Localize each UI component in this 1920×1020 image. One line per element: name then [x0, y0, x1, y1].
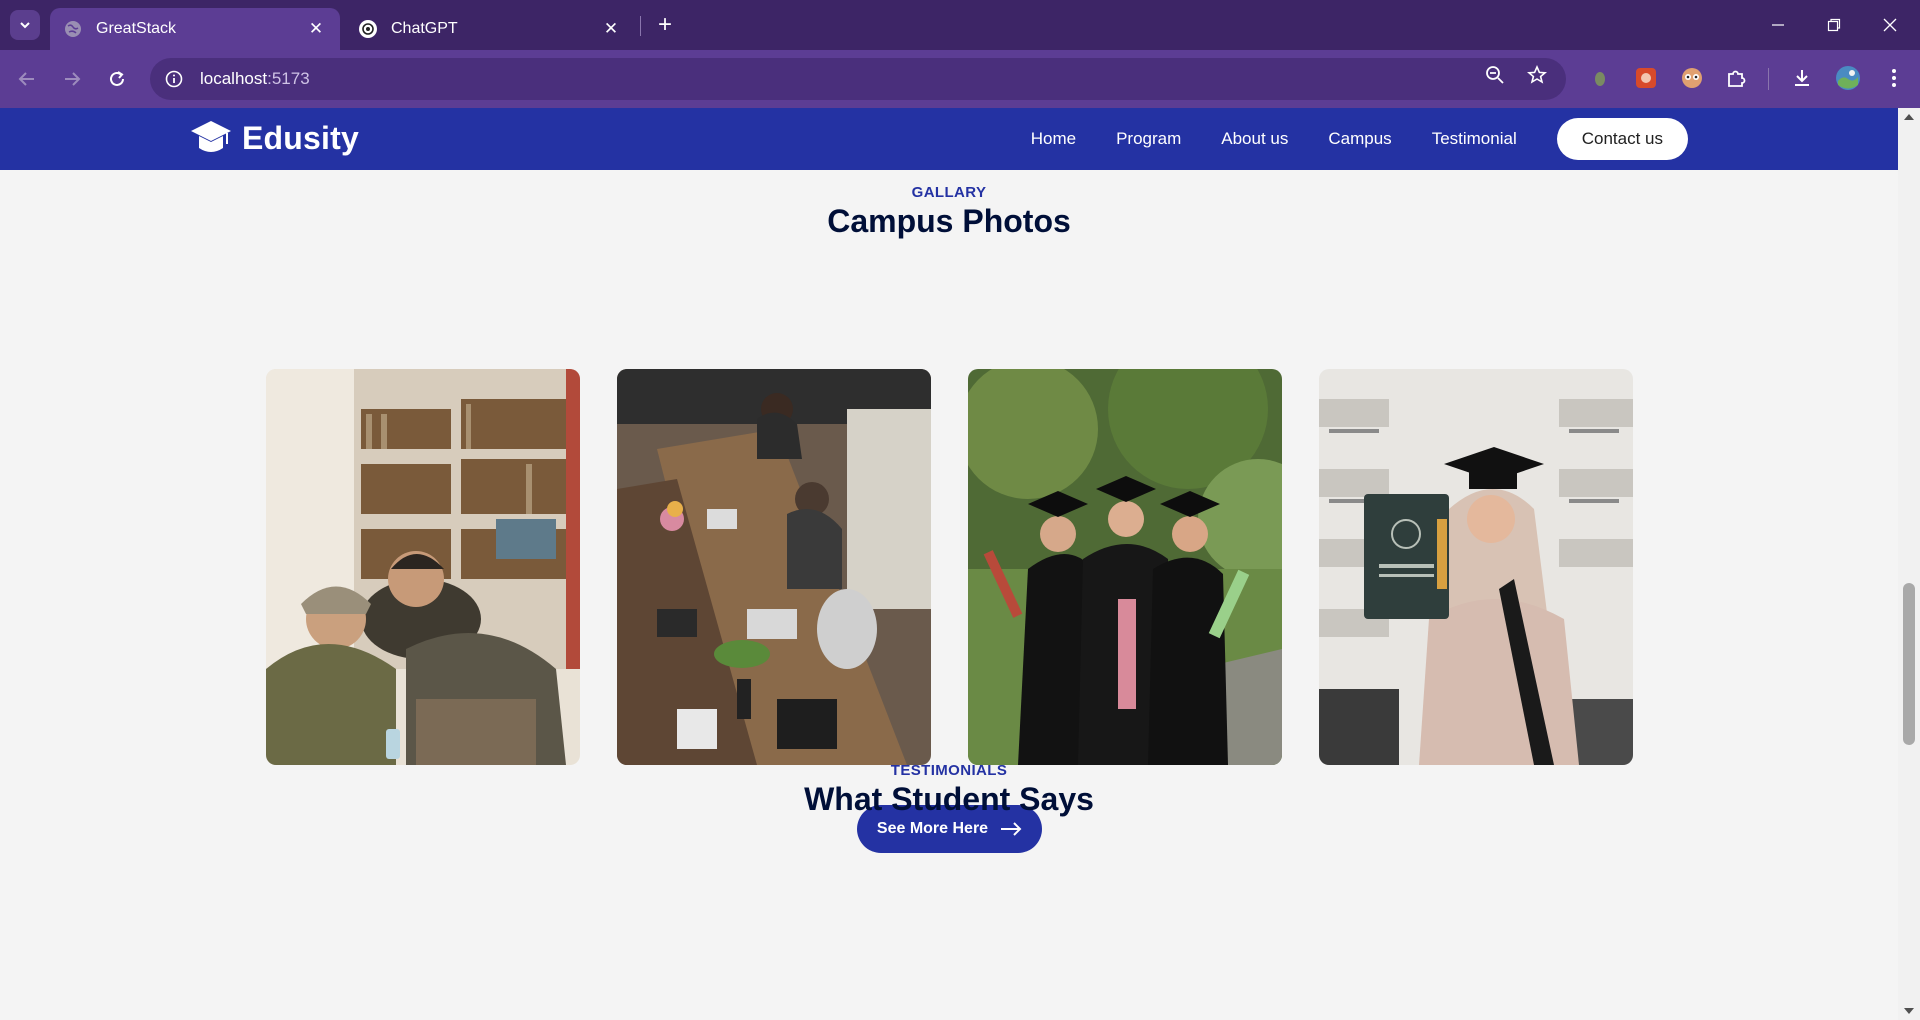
nav-link-about[interactable]: About us [1221, 129, 1288, 149]
extension-eyes-icon[interactable] [1678, 64, 1706, 92]
downloads-icon[interactable] [1788, 64, 1816, 92]
bookmark-button[interactable] [1522, 60, 1552, 90]
tab-divider [640, 16, 641, 36]
browser-tab-bar: GreatStack ✕ ChatGPT ✕ + [0, 0, 1920, 50]
contact-us-button[interactable]: Contact us [1556, 118, 1688, 160]
close-window-button[interactable] [1862, 0, 1918, 50]
site-navbar: Edusity Home Program About us Campus Tes… [0, 108, 1898, 170]
extension-red-icon[interactable] [1632, 64, 1660, 92]
testimonials-title: What Student Says [804, 781, 1094, 817]
gallery-title: Campus Photos [827, 203, 1071, 239]
chatgpt-icon [359, 20, 377, 38]
reload-button[interactable] [100, 62, 134, 96]
minimize-button[interactable] [1750, 0, 1806, 50]
browser-menu-icon[interactable] [1880, 64, 1908, 92]
page-viewport: Edusity Home Program About us Campus Tes… [0, 108, 1898, 1020]
logo-text: Edusity [242, 119, 359, 156]
testimonials-subtitle: TESTIMONIALS [890, 762, 1008, 779]
arrow-right-icon [65, 72, 81, 86]
students-laughing-image [266, 369, 580, 765]
url-text: localhost:5173 [200, 69, 310, 89]
nav-link-campus[interactable]: Campus [1328, 129, 1391, 149]
graduation-cap-icon [191, 121, 231, 152]
extension-green-icon[interactable] [1586, 64, 1614, 92]
toolbar-divider [1768, 68, 1769, 90]
back-button[interactable] [10, 62, 44, 96]
minimize-icon [1772, 24, 1784, 26]
url-host: localhost [200, 69, 268, 88]
nav-link-home[interactable]: Home [1031, 129, 1076, 149]
arrow-left-icon [18, 72, 34, 86]
gallery-photo-diploma[interactable] [1319, 369, 1633, 765]
star-icon [1527, 65, 1547, 84]
tab-chatgpt[interactable]: ChatGPT ✕ [345, 8, 635, 50]
graduate-diploma-image [1319, 369, 1633, 765]
restore-button[interactable] [1806, 0, 1862, 50]
url-port: :5173 [267, 69, 310, 88]
tab-search-button[interactable] [10, 10, 40, 40]
zoom-out-icon [1486, 66, 1504, 84]
arrow-right-icon [1001, 822, 1022, 836]
profile-avatar-icon[interactable] [1834, 64, 1862, 92]
gallery-subtitle: GALLARY [911, 184, 987, 201]
page-scrollbar[interactable] [1898, 108, 1920, 1020]
scroll-up-arrow[interactable] [1904, 114, 1914, 120]
address-bar[interactable]: localhost:5173 [150, 58, 1566, 100]
nav-links: Home Program About us Campus Testimonial… [991, 108, 1688, 170]
gallery-photo-coworkers[interactable] [617, 369, 931, 765]
forward-button[interactable] [55, 62, 89, 96]
coworkers-table-image [617, 369, 931, 765]
campus-gallery [266, 369, 1633, 765]
nav-link-testimonial[interactable]: Testimonial [1432, 129, 1517, 149]
site-info-icon[interactable] [164, 69, 184, 89]
tab-title: GreatStack [96, 20, 177, 37]
new-tab-button[interactable]: + [650, 10, 680, 40]
globe-icon [64, 20, 82, 38]
close-tab-icon[interactable]: ✕ [601, 19, 621, 39]
gallery-photo-students[interactable] [266, 369, 580, 765]
scroll-down-arrow[interactable] [1904, 1008, 1914, 1014]
see-more-label: See More Here [876, 820, 989, 837]
nav-link-program[interactable]: Program [1116, 129, 1181, 149]
extensions-puzzle-icon[interactable] [1722, 64, 1750, 92]
chevron-down-icon [20, 22, 30, 29]
close-icon [1883, 18, 1897, 32]
scrollbar-thumb[interactable] [1903, 583, 1915, 745]
graduates-image [968, 369, 1282, 765]
site-logo[interactable]: Edusity [190, 118, 359, 158]
tab-greatstack[interactable]: GreatStack ✕ [50, 8, 340, 50]
reload-icon [110, 71, 124, 86]
tab-title: ChatGPT [391, 20, 458, 37]
close-tab-icon[interactable]: ✕ [306, 19, 326, 39]
gallery-photo-graduates[interactable] [968, 369, 1282, 765]
zoom-button[interactable] [1480, 60, 1510, 90]
restore-icon [1827, 18, 1841, 32]
